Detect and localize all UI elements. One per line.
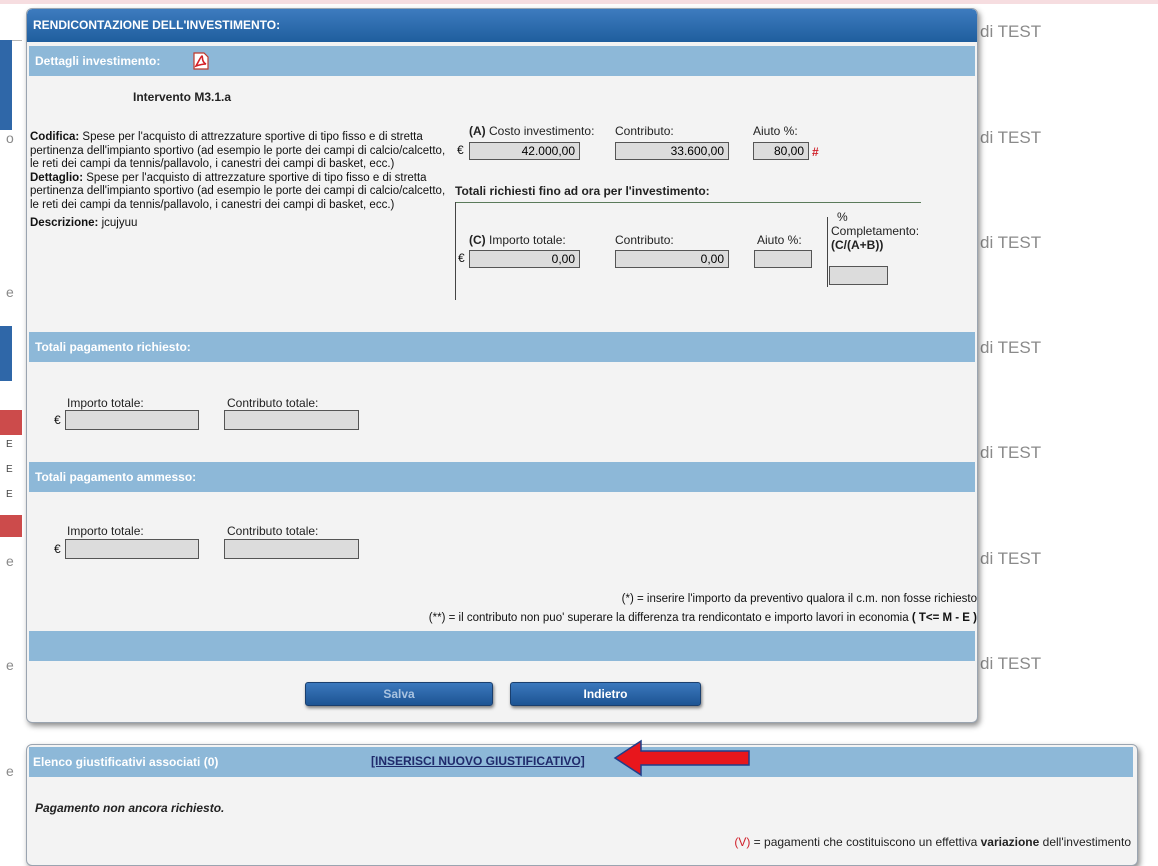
totals-requested-heading: Totali richiesti fino ad ora per l'inves… — [455, 184, 710, 198]
payment-requested-contributo-field[interactable] — [224, 410, 359, 430]
investment-description-block: Codifica: Spese per l'acquisto di attrez… — [30, 131, 450, 231]
payment-status: Pagamento non ancora richiesto. — [35, 801, 225, 815]
completamento-label: Completamento: — [831, 224, 920, 238]
cost-prefix: (A) — [469, 124, 486, 138]
payment-admitted-contributo-label: Contributo totale: — [227, 524, 319, 538]
importo-label-text: Importo totale: — [489, 233, 566, 247]
descrizione-label: Descrizione: — [30, 217, 99, 229]
payment-requested-contributo-label: Contributo totale: — [227, 396, 319, 410]
investment-report-modal: RENDICONTAZIONE DELL'INVESTIMENTO: Detta… — [26, 8, 978, 723]
background-letter: E — [6, 489, 13, 500]
contributo-label: Contributo: — [615, 124, 674, 138]
importo-totale-label: (C) Importo totale: — [469, 233, 566, 247]
completamento-percent: % — [837, 210, 848, 224]
red-arrow-icon — [613, 739, 750, 777]
contributo-requested-label: Contributo: — [615, 233, 674, 247]
background-test-label: di TEST — [980, 338, 1042, 357]
background-left-tab — [0, 326, 12, 381]
background-test-label: di TEST — [980, 22, 1042, 41]
currency-symbol: € — [458, 251, 465, 265]
background-fragment: e — [6, 657, 14, 673]
payment-requested-importo-label: Importo totale: — [67, 396, 144, 410]
top-accent-line — [0, 0, 1158, 4]
background-test-label: di TEST — [980, 549, 1042, 568]
dettaglio-label: Dettaglio: — [30, 171, 84, 184]
note-preventivo: (*) = inserire l'importo da preventivo q… — [621, 593, 977, 605]
importo-prefix: (C) — [469, 233, 486, 247]
currency-symbol: € — [54, 413, 61, 427]
background-test-label: di TEST — [980, 654, 1042, 673]
background-test-label: di TEST — [980, 443, 1042, 462]
aiuto-requested-label: Aiuto %: — [757, 233, 802, 247]
payment-admitted-importo-field[interactable] — [65, 539, 199, 559]
codifica-text: Spese per l'acquisto di attrezzature spo… — [30, 131, 446, 170]
insert-justification-link[interactable]: [INSERISCI NUOVO GIUSTIFICATIVO] — [371, 754, 585, 768]
cost-label: (A) Costo investimento: — [469, 124, 594, 138]
note-contributo-text: (**) = il contributo non puo' superare l… — [428, 612, 909, 624]
aiuto-field[interactable]: 80,00 — [753, 142, 809, 160]
payment-requested-bar: Totali pagamento richiesto: — [29, 332, 975, 362]
background-test-label: di TEST — [980, 128, 1042, 147]
background-fragment: e — [6, 553, 14, 569]
divider-vertical — [455, 202, 456, 300]
contributo-requested-field[interactable]: 0,00 — [615, 250, 729, 268]
variation-code: (V) — [734, 835, 751, 849]
intervention-code: Intervento M3.1.a — [133, 90, 232, 104]
completamento-field[interactable] — [829, 266, 888, 285]
background-left-badge — [0, 515, 22, 537]
background-left-badge — [0, 410, 22, 435]
dettaglio-text: Spese per l'acquisto di attrezzature spo… — [30, 171, 446, 211]
currency-symbol: € — [54, 542, 61, 556]
importo-totale-field[interactable]: 0,00 — [469, 250, 580, 268]
background-fragment: e — [6, 284, 14, 300]
variation-bold: variazione — [980, 835, 1040, 849]
variation-tail: dell'investimento — [1042, 835, 1131, 849]
descrizione-text: jcujyuu — [101, 217, 138, 229]
contributo-field[interactable]: 33.600,00 — [615, 142, 729, 160]
payment-requested-title: Totali pagamento richiesto: — [35, 340, 191, 354]
payment-requested-importo-field[interactable] — [65, 410, 199, 430]
background-test-label: di TEST — [980, 233, 1042, 252]
pdf-icon[interactable] — [192, 52, 210, 70]
variation-legend: (V) = pagamenti che costituiscono un eff… — [734, 835, 1131, 849]
justifications-title: Elenco giustificativi associati (0) — [33, 755, 219, 769]
save-button[interactable]: Salva — [305, 682, 493, 706]
background-fragment: o — [6, 130, 14, 146]
completion-divider — [827, 217, 828, 287]
payment-admitted-bar: Totali pagamento ammesso: — [29, 462, 975, 492]
background-fragment: e — [6, 763, 14, 779]
aiuto-requested-field[interactable] — [754, 250, 812, 268]
completamento-formula: (C/(A+B)) — [831, 238, 884, 252]
cost-label-text: Costo investimento: — [489, 124, 595, 138]
payment-admitted-contributo-field[interactable] — [224, 539, 359, 559]
modal-title: RENDICONTAZIONE DELL'INVESTIMENTO: — [27, 9, 977, 42]
note-contributo: (**) = il contributo non puo' superare l… — [429, 612, 977, 624]
back-button[interactable]: Indietro — [510, 682, 701, 706]
payment-admitted-title: Totali pagamento ammesso: — [35, 470, 197, 484]
footer-bar — [29, 631, 975, 661]
required-mark: # — [812, 145, 819, 159]
background-letter: E — [6, 439, 13, 450]
currency-symbol: € — [457, 143, 464, 157]
variation-text: = pagamenti che costituiscono un effetti… — [753, 835, 978, 849]
justifications-panel: Elenco giustificativi associati (0) [INS… — [26, 744, 1138, 866]
details-section-title: Dettagli investimento: — [35, 54, 161, 68]
note-contributo-formula: ( T<= M - E ) — [911, 612, 977, 624]
details-section-bar: Dettagli investimento: — [29, 46, 975, 76]
background-letter: E — [6, 464, 13, 475]
cost-field[interactable]: 42.000,00 — [469, 142, 580, 160]
payment-admitted-importo-label: Importo totale: — [67, 524, 144, 538]
background-left-tab — [0, 40, 12, 130]
divider-line — [455, 202, 921, 203]
aiuto-label: Aiuto %: — [753, 124, 798, 138]
codifica-label: Codifica: — [30, 131, 80, 143]
